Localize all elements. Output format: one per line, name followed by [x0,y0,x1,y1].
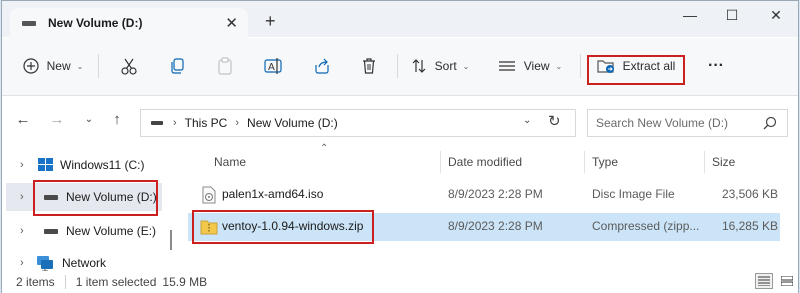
sort-button[interactable]: Sort ⌄ [408,48,472,84]
file-type: Disc Image File [592,187,675,201]
sidebar-item-label: Windows11 (C:) [60,158,145,172]
drive-icon [22,20,36,26]
sidebar-item-windows11-c[interactable]: › Windows11 (C:) [2,151,162,179]
file-list: ⌃ Name Date modified Type Size palen1x-a… [180,143,798,271]
search-icon [763,116,777,130]
toolbar-divider [98,54,99,78]
cut-button[interactable] [116,48,142,84]
breadcrumb-this-pc[interactable]: This PC [185,116,228,130]
status-divider [64,275,66,289]
maximize-button[interactable]: ☐ [722,7,742,24]
navigation-pane: › Windows11 (C:) › New Volume (D:) › New… [2,143,172,271]
file-date: 8/9/2023 2:28 PM [448,219,543,233]
title-bar: New Volume (D:) ✕ + — ☐ ✕ [2,1,798,38]
address-bar[interactable]: › This PC › New Volume (D:) [140,109,576,137]
command-bar: New ⌄ A Sort ⌄ View ⌄ Extract all ··· [2,38,798,96]
column-header-size[interactable]: Size [712,155,735,169]
sidebar-item-label: Network [62,256,107,270]
plus-circle-icon [23,58,39,74]
copy-button[interactable] [164,48,190,84]
chevron-right-icon[interactable]: › [20,225,34,237]
recent-locations-icon[interactable]: ⌄ [80,114,98,125]
sort-ascending-icon: ⌃ [320,143,329,154]
chevron-right-icon[interactable]: › [20,191,34,203]
chevron-right-icon[interactable]: › [20,159,34,171]
minimize-button[interactable]: — [680,7,700,23]
copy-icon [171,58,184,74]
column-header-date-modified[interactable]: Date modified [448,155,522,169]
forward-arrow-icon[interactable]: → [48,111,66,128]
search-input[interactable]: Search New Volume (D:) [587,109,788,137]
drive-icon [151,121,163,125]
windows-drive-icon [38,158,53,171]
details-view-button[interactable] [755,273,773,289]
clipboard-icon [218,57,232,75]
highlight-box [33,180,158,216]
sidebar-item-label: New Volume (E:) [66,224,157,238]
status-bar: 2 items 1 item selected 15.9 MB [2,271,798,293]
file-type: Compressed (zipp... [592,219,700,233]
disc-image-icon [202,186,216,204]
paste-button[interactable] [212,48,238,84]
new-label: New [46,59,71,73]
chevron-down-icon: ⌄ [462,61,470,71]
file-size: 16,285 KB [721,219,778,233]
highlight-box [587,55,685,85]
highlight-box [192,210,374,244]
column-header-name[interactable]: Name [214,155,246,169]
item-count: 2 items [16,275,55,289]
column-divider [440,151,441,173]
back-arrow-icon[interactable]: ← [14,111,32,128]
more-options-button[interactable]: ··· [702,48,730,84]
svg-text:A: A [268,62,275,73]
chevron-right-icon: › [173,117,177,129]
toolbar-divider [580,54,581,78]
address-dropdown-icon[interactable]: ⌄ [523,115,531,126]
sort-icon [412,59,426,73]
refresh-icon[interactable]: ↻ [548,112,561,130]
file-row[interactable]: palen1x-amd64.iso 8/9/2023 2:28 PM Disc … [188,181,780,209]
column-divider [704,151,705,173]
share-icon [315,58,329,74]
search-placeholder: Search New Volume (D:) [596,116,729,130]
file-date: 8/9/2023 2:28 PM [448,187,543,201]
chevron-right-icon[interactable]: › [20,257,34,269]
breadcrumb-new-volume[interactable]: New Volume (D:) [247,116,338,130]
file-name: palen1x-amd64.iso [222,187,324,201]
column-divider [584,151,585,173]
sidebar-scrollbar[interactable] [170,230,172,250]
close-window-button[interactable]: ✕ [766,7,786,24]
view-button[interactable]: View ⌄ [496,48,564,84]
scissors-icon [121,58,137,75]
details-view-icon [758,276,770,286]
share-button[interactable] [309,48,335,84]
chevron-down-icon: ⌄ [555,61,563,71]
up-arrow-icon[interactable]: ↑ [108,111,126,128]
sort-label: Sort [434,59,457,73]
tiles-view-icon [781,276,793,286]
chevron-right-icon: › [235,117,240,129]
rename-icon: A [264,58,282,74]
file-size: 23,506 KB [721,187,778,201]
tab-title: New Volume (D:) [48,16,143,30]
file-explorer-window: New Volume (D:) ✕ + — ☐ ✕ New ⌄ A Sort ⌄… [1,0,799,293]
selection-size: 15.9 MB [162,275,208,289]
new-tab-button[interactable]: + [265,11,276,32]
column-header-type[interactable]: Type [592,155,618,169]
sidebar-item-new-volume-e[interactable]: › New Volume (E:) [2,217,162,245]
tiles-view-button[interactable] [778,273,796,289]
rename-button[interactable]: A [260,48,286,84]
list-view-icon [498,61,515,71]
view-label: View [523,59,550,73]
new-button[interactable]: New ⌄ [16,48,90,84]
drive-icon [44,228,58,234]
delete-button[interactable] [356,48,382,84]
toolbar-divider [397,54,398,78]
tab-close-icon[interactable]: ✕ [225,14,238,32]
chevron-down-icon: ⌄ [76,61,84,71]
trash-icon [363,58,375,74]
tab-new-volume-d[interactable]: New Volume (D:) ✕ [10,8,248,38]
selection-count: 1 item selected [75,275,157,289]
network-icon [37,256,53,271]
